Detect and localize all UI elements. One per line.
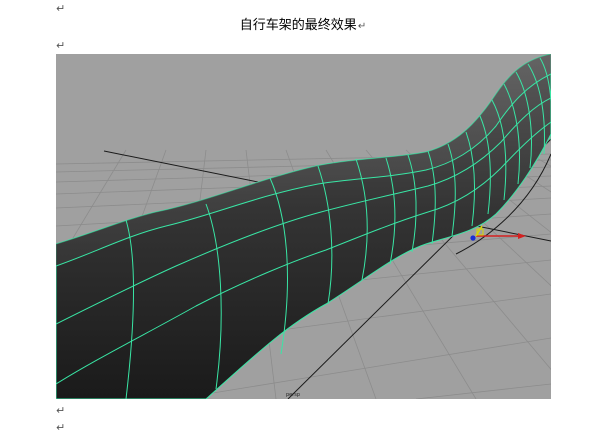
camera-label: persp: [286, 392, 301, 398]
figure-caption: 自行车架的最终效果↵: [0, 18, 606, 35]
frame-tube: [56, 54, 551, 399]
gizmo-z-handle: [470, 235, 476, 241]
paragraph-mark-1: ↵: [56, 2, 66, 15]
gizmo-x-arrow: [518, 233, 526, 239]
paragraph-mark-2: ↵: [56, 39, 66, 52]
paragraph-mark-3: ↵: [56, 404, 66, 417]
caption-text: 自行车架的最终效果: [239, 18, 357, 33]
caption-paragraph-mark: ↵: [357, 21, 367, 32]
viewport-scene: [56, 54, 551, 399]
paragraph-mark-4: ↵: [56, 421, 66, 434]
viewport-screenshot: persp: [56, 54, 551, 399]
